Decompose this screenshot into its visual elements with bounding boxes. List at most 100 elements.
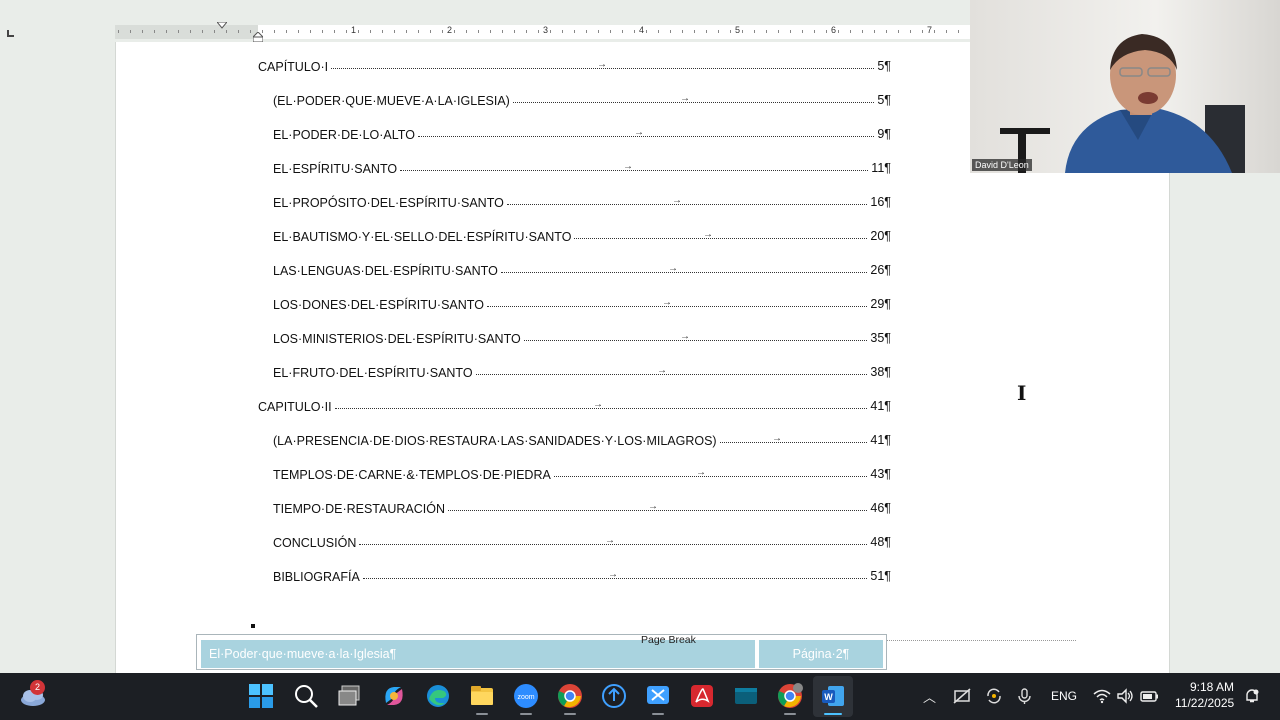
edge-icon[interactable] xyxy=(425,683,451,709)
ruler-tick xyxy=(814,30,815,33)
microphone-icon[interactable] xyxy=(1016,687,1034,705)
task-view-icon[interactable] xyxy=(337,683,363,709)
toc-leader-dots xyxy=(417,135,875,137)
battery-icon[interactable] xyxy=(1140,688,1160,704)
ruler-tick xyxy=(154,30,155,33)
ruler-tick xyxy=(394,30,395,33)
toc-entry[interactable]: BIBLIOGRAFÍA 51¶ → xyxy=(0,567,891,587)
toc-entry[interactable]: (EL·PODER·QUE·MUEVE·A·LA·IGLESIA) 5¶ → xyxy=(0,91,891,111)
sync-icon[interactable] xyxy=(985,687,1003,705)
toc-entry-title: CAPITULO·II xyxy=(258,400,332,414)
ruler-tick xyxy=(862,30,863,33)
acrobat-icon[interactable] xyxy=(689,683,715,709)
ruler-tick xyxy=(574,30,575,33)
toc-entry-title: CAPÍTULO·I xyxy=(258,60,329,74)
ruler-tick xyxy=(946,30,947,33)
ruler-tick xyxy=(418,30,419,33)
toc-entry[interactable]: EL·PROPÓSITO·DEL·ESPÍRITU·SANTO 16¶ → xyxy=(0,193,891,213)
toc-entry[interactable]: TEMPLOS·DE·CARNE·&·TEMPLOS·DE·PIEDRA 43¶ → xyxy=(0,465,891,485)
ruler-tick xyxy=(802,30,803,33)
text-cursor-icon: I xyxy=(1017,381,1027,405)
ruler-tick xyxy=(958,30,959,33)
toc-entry[interactable]: LOS·MINISTERIOS·DEL·ESPÍRITU·SANTO 35¶ → xyxy=(0,329,891,349)
hanging-indent-icon[interactable] xyxy=(253,32,263,42)
footer-page-number[interactable]: Página·2¶ xyxy=(759,640,883,668)
ruler-tick xyxy=(502,30,503,33)
toc-entry-page: 48¶ xyxy=(870,535,891,549)
ruler-tick xyxy=(514,30,515,33)
ruler-number: 3 xyxy=(543,25,549,35)
toc-entry-page: 41¶ xyxy=(870,433,891,447)
terminal-icon[interactable] xyxy=(733,683,759,709)
network-off-icon[interactable] xyxy=(953,688,971,704)
toc-entry-page: 51¶ xyxy=(870,569,891,583)
ruler-tick xyxy=(922,30,923,33)
file-explorer-icon[interactable] xyxy=(469,683,495,709)
toc-entry[interactable]: CAPITULO·II 41¶ → xyxy=(0,397,891,417)
tab-arrow-icon: → xyxy=(623,161,633,172)
ruler-tick xyxy=(730,30,731,33)
chrome-profile-icon[interactable] xyxy=(777,683,803,709)
language-indicator[interactable]: ENG xyxy=(1051,689,1077,703)
toc-leader-dots xyxy=(553,475,868,477)
word-window: 1234567 CAPÍTULO·I 5¶ → (EL·PODER·QUE·MUEVE… xyxy=(0,0,1280,720)
paragraph-marker xyxy=(251,624,255,628)
toc-entry-page: 20¶ xyxy=(870,229,891,243)
wifi-icon[interactable] xyxy=(1093,688,1111,704)
toc-entry[interactable]: EL·ESPÍRITU·SANTO 11¶ → xyxy=(0,159,891,179)
toc-entry-page: 5¶ xyxy=(877,93,891,107)
toc-entry-title: EL·PROPÓSITO·DEL·ESPÍRITU·SANTO xyxy=(273,196,504,210)
toc-entry-page: 5¶ xyxy=(877,59,891,73)
ruler-tick xyxy=(466,30,467,33)
tab-selector-icon[interactable] xyxy=(7,30,14,37)
toc-entry[interactable]: EL·BAUTISMO·Y·EL·SELLO·DEL·ESPÍRITU·SANT… xyxy=(0,227,891,247)
ruler-tick xyxy=(286,30,287,33)
toc-entry-page: 26¶ xyxy=(870,263,891,277)
clock-time[interactable]: 9:18 AM xyxy=(1190,680,1234,694)
toc-entry[interactable]: LOS·DONES·DEL·ESPÍRITU·SANTO 29¶ → xyxy=(0,295,891,315)
ruler-tick xyxy=(874,30,875,33)
ruler-tick xyxy=(682,30,683,33)
ruler-tick xyxy=(358,30,359,33)
toc-leader-dots xyxy=(523,339,868,341)
first-line-indent-icon[interactable] xyxy=(217,22,227,30)
tab-arrow-icon: → xyxy=(608,569,618,580)
toc-entry[interactable]: EL·FRUTO·DEL·ESPÍRITU·SANTO 38¶ → xyxy=(0,363,891,383)
toc-entry-title: (LA·PRESENCIA·DE·DIOS·RESTAURA·LAS·SANID… xyxy=(273,434,717,448)
toc-leader-dots xyxy=(574,237,868,239)
horizontal-ruler[interactable]: 1 2 3 4 5 6 7 xyxy=(0,22,970,42)
toc-leader-dots xyxy=(400,169,869,171)
ruler-tick xyxy=(658,30,659,33)
toc-entry[interactable]: LAS·LENGUAS·DEL·ESPÍRITU·SANTO 26¶ → xyxy=(0,261,891,281)
chevron-up-icon[interactable]: ︿ xyxy=(923,687,936,706)
toc-entry[interactable]: CAPÍTULO·I 5¶ → xyxy=(0,57,891,77)
start-icon[interactable] xyxy=(248,683,274,709)
word-icon[interactable]: W xyxy=(820,683,846,709)
search-icon[interactable] xyxy=(293,683,319,709)
snipping-tool-icon[interactable] xyxy=(645,683,671,709)
clock-date[interactable]: 11/22/2025 xyxy=(1175,696,1234,710)
taskbar: 2 zoom W ︿ ENG 9:18 AM 11/22/2025 xyxy=(0,673,1280,720)
ruler-tick xyxy=(382,30,383,33)
toc-entry-title: (EL·PODER·QUE·MUEVE·A·LA·IGLESIA) xyxy=(273,94,510,108)
volume-icon[interactable] xyxy=(1116,688,1134,704)
chrome-icon[interactable] xyxy=(557,683,583,709)
toc-entry[interactable]: EL·PODER·DE·LO·ALTO 9¶ → xyxy=(0,125,891,145)
toc-entry[interactable]: (LA·PRESENCIA·DE·DIOS·RESTAURA·LAS·SANID… xyxy=(0,431,891,451)
remote-desktop-icon[interactable] xyxy=(601,683,627,709)
toc-entry[interactable]: TIEMPO·DE·RESTAURACIÓN 46¶ → xyxy=(0,499,891,519)
tab-arrow-icon: → xyxy=(657,365,667,376)
tab-arrow-icon: → xyxy=(703,229,713,240)
ruler-tick xyxy=(454,30,455,33)
notification-bell-icon[interactable] xyxy=(1244,688,1260,704)
video-participant-tile[interactable]: David D'Leon xyxy=(970,0,1280,173)
ruler-tick xyxy=(586,30,587,33)
tab-arrow-icon: → xyxy=(696,467,706,478)
zoom-icon[interactable]: zoom xyxy=(513,683,539,709)
toc-entry[interactable]: CONCLUSIÓN 48¶ → xyxy=(0,533,891,553)
toc-leader-dots xyxy=(512,101,875,103)
toc-entry-title: BIBLIOGRAFÍA xyxy=(273,570,360,584)
ruler-tick xyxy=(766,30,767,33)
footer[interactable]: El·Poder·que·mueve·a·la·Iglesia¶ Página·… xyxy=(196,634,887,670)
copilot-icon[interactable] xyxy=(381,683,407,709)
